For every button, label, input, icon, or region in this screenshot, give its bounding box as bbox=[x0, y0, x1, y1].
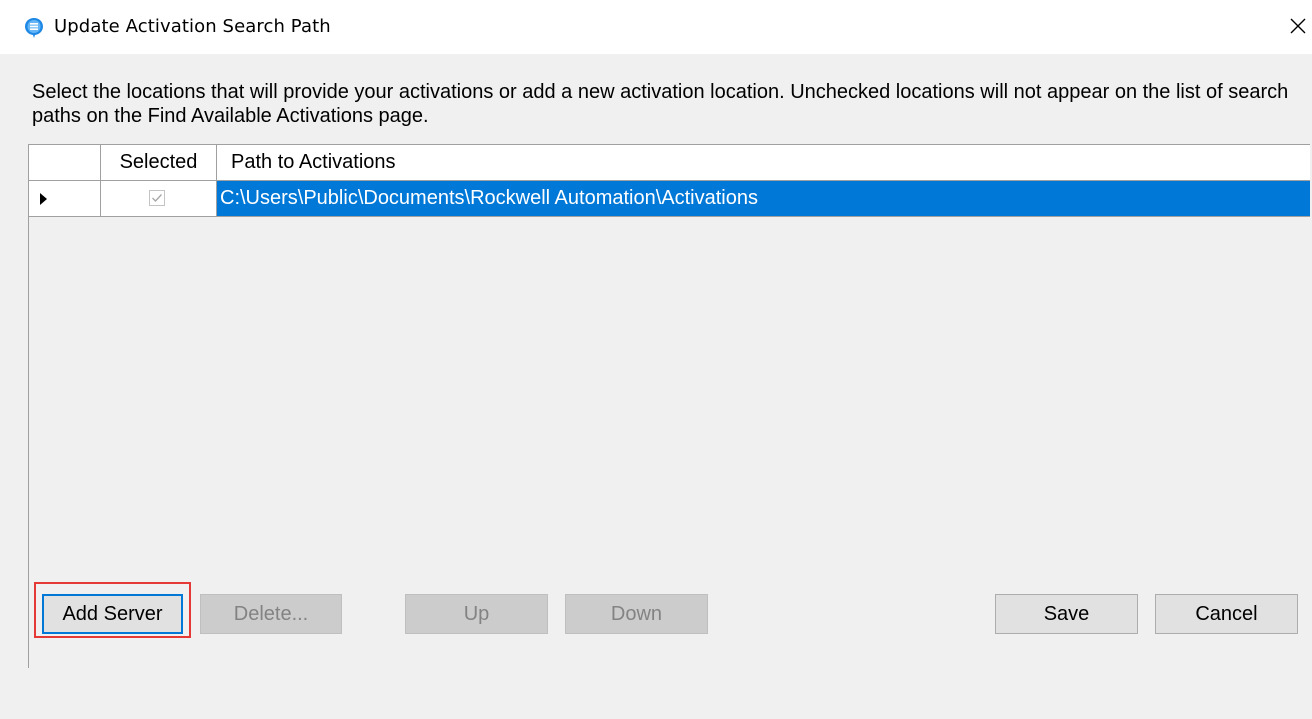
close-icon bbox=[1280, 18, 1312, 34]
table-row[interactable]: C:\Users\Public\Documents\Rockwell Autom… bbox=[29, 181, 1310, 217]
window-title: Update Activation Search Path bbox=[54, 16, 331, 37]
activation-app-icon bbox=[24, 17, 44, 39]
selected-checkbox[interactable] bbox=[149, 190, 165, 206]
row-header-column bbox=[29, 145, 101, 180]
selected-cell[interactable] bbox=[101, 181, 217, 216]
column-header-path[interactable]: Path to Activations bbox=[217, 145, 1310, 180]
activation-paths-grid[interactable]: Selected Path to Activations C:\Users\Pu… bbox=[28, 144, 1310, 668]
title-bar: Update Activation Search Path bbox=[0, 0, 1312, 54]
save-button[interactable]: Save bbox=[995, 594, 1138, 634]
close-button[interactable] bbox=[1280, 10, 1312, 46]
cancel-button[interactable]: Cancel bbox=[1155, 594, 1298, 634]
add-server-button[interactable]: Add Server bbox=[42, 594, 183, 634]
down-button[interactable]: Down bbox=[565, 594, 708, 634]
current-row-arrow-icon bbox=[40, 193, 47, 205]
delete-button[interactable]: Delete... bbox=[200, 594, 342, 634]
up-button[interactable]: Up bbox=[405, 594, 548, 634]
grid-header: Selected Path to Activations bbox=[29, 145, 1310, 181]
instructions-text: Select the locations that will provide y… bbox=[32, 81, 1289, 127]
row-header-cell[interactable] bbox=[29, 181, 101, 216]
path-cell[interactable]: C:\Users\Public\Documents\Rockwell Autom… bbox=[217, 181, 1310, 216]
update-activation-search-path-dialog: Update Activation Search Path Select the… bbox=[0, 0, 1312, 719]
column-header-selected[interactable]: Selected bbox=[101, 145, 217, 180]
